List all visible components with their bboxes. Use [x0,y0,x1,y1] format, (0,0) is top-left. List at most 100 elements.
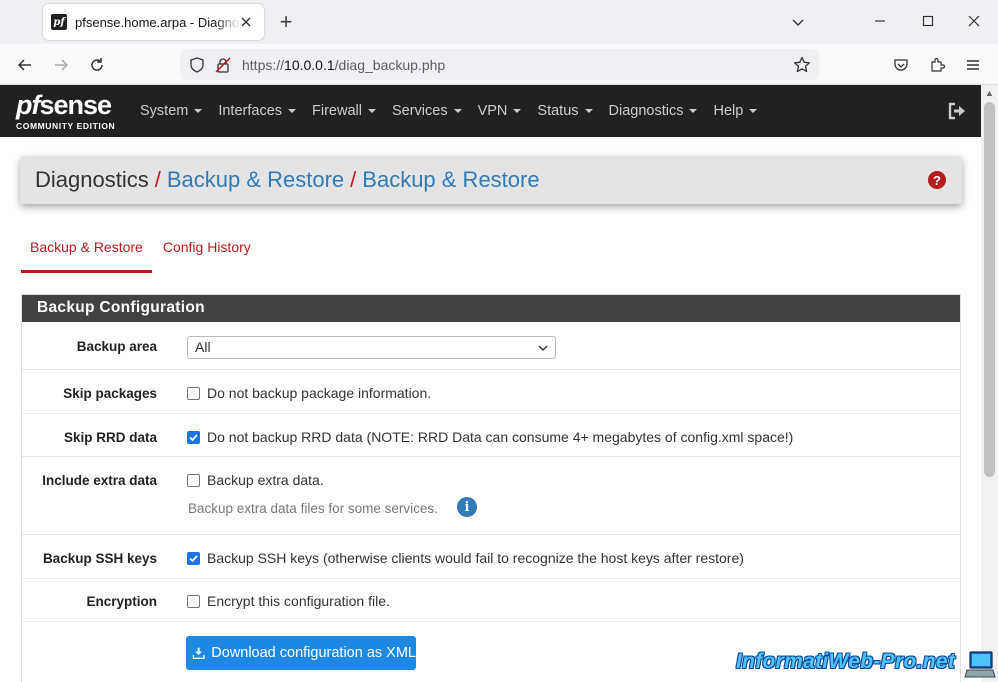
logo-pf: pf [16,90,41,120]
menu-label: Firewall [312,103,362,119]
breadcrumb-link-current[interactable]: Backup & Restore [362,167,539,193]
pfsense-logo[interactable]: pfsense COMMUNITY EDITION [16,90,124,132]
menu-services[interactable]: Services [384,85,470,137]
page-scrollbar[interactable]: ▲ [981,85,998,682]
logo-sense: sense [39,90,112,120]
shield-icon[interactable] [188,56,206,74]
breadcrumb: Diagnostics / Backup & Restore / Backup … [20,156,962,204]
tab-config-history[interactable]: Config History [154,230,260,273]
chevron-down-icon[interactable] [788,12,808,32]
help-icon[interactable]: ? [928,171,946,189]
backup-configuration-panel: Backup Configuration Backup area All Ski… [21,294,961,682]
backup-ssh-keys-label: Backup SSH keys [42,551,157,566]
url-scheme: https:// [242,57,285,73]
menu-vpn[interactable]: VPN [470,85,530,137]
caret-down-icon [453,109,462,113]
caret-down-icon [513,109,522,113]
download-icon [192,647,205,659]
watermark-text: InformatiWeb-Pro.net [736,650,956,673]
new-tab-icon[interactable]: + [276,9,296,34]
minimize-icon[interactable] [869,10,891,32]
address-bar[interactable]: https://10.0.0.1/diag_backup.php [180,49,819,80]
backup-area-value: All [195,339,211,355]
back-arrow-icon[interactable] [12,52,38,78]
skip-rrd-row: Skip RRD data Do not backup RRD data (NO… [22,414,960,457]
backup-area-select[interactable]: All [187,336,556,359]
breadcrumb-link-backup-restore[interactable]: Backup & Restore [167,167,344,193]
browser-tabstrip: pf pfsense.home.arpa - Diagnostics: Back… [0,0,998,44]
menu-label: VPN [477,103,508,119]
include-extra-data-checkbox[interactable] [187,473,200,487]
bookmark-star-icon[interactable] [792,55,812,75]
checkmark-icon [189,554,198,562]
caret-down-icon [584,109,593,113]
close-tab-icon[interactable] [237,13,255,31]
skip-rrd-control: Do not backup RRD data (NOTE: RRD Data c… [187,429,793,445]
caret-down-icon [288,109,297,113]
browser-navbar: https://10.0.0.1/diag_backup.php [0,44,998,85]
include-extra-data-hint: Backup extra data files for some service… [188,501,438,516]
computer-icon [964,650,996,680]
checkmark-icon [189,433,198,441]
menu-label: Status [537,103,579,119]
pocket-icon[interactable] [890,54,912,76]
hamburger-menu-icon[interactable] [962,54,984,76]
download-config-button[interactable]: Download configuration as XML [186,636,416,670]
pfsense-navbar: pfsense COMMUNITY EDITION System Interfa… [0,85,981,137]
backup-ssh-keys-control: Backup SSH keys (otherwise clients would… [187,550,744,566]
caret-down-icon [367,109,376,113]
include-extra-data-text: Backup extra data. [207,472,324,488]
skip-packages-row: Skip packages Do not backup package info… [22,370,960,414]
skip-packages-checkbox[interactable] [187,386,200,400]
backup-ssh-keys-checkbox[interactable] [187,551,200,565]
menu-label: Help [713,103,744,119]
menu-help[interactable]: Help [705,85,765,137]
caret-down-icon [689,109,698,113]
close-window-icon[interactable] [963,10,985,32]
tab-backup-restore[interactable]: Backup & Restore [21,230,152,273]
menu-label: System [140,103,189,119]
caret-down-icon [749,109,758,113]
logo-edition: COMMUNITY EDITION [16,121,116,131]
include-extra-data-row: Include extra data Backup extra data. Ba… [22,457,960,535]
url-text: https://10.0.0.1/diag_backup.php [242,57,445,73]
forward-arrow-icon[interactable] [48,52,74,78]
menu-firewall[interactable]: Firewall [304,85,384,137]
menu-label: Diagnostics [608,103,684,119]
scroll-up-arrow-icon[interactable]: ▲ [981,85,998,101]
encryption-control: Encrypt this configuration file. [187,593,390,609]
breadcrumb-separator: / [350,167,357,192]
skip-packages-control: Do not backup package information. [187,385,431,401]
url-host: 10.0.0.1 [284,57,335,73]
lock-icon[interactable] [214,56,232,74]
backup-ssh-keys-row: Backup SSH keys Backup SSH keys (otherwi… [22,535,960,579]
browser-tab[interactable]: pf pfsense.home.arpa - Diagnostics: Back… [43,4,264,40]
scroll-thumb[interactable] [984,102,995,477]
encryption-text: Encrypt this configuration file. [207,593,390,609]
menu-system[interactable]: System [132,85,210,137]
download-config-label: Download configuration as XML [211,645,416,661]
menu-interfaces[interactable]: Interfaces [210,85,304,137]
url-path: /diag_backup.php [334,57,446,73]
skip-rrd-checkbox[interactable] [187,430,200,444]
main-menu: System Interfaces Firewall Services VPN … [132,85,765,137]
skip-packages-label: Skip packages [63,386,157,401]
logout-icon[interactable] [946,100,968,122]
menu-label: Interfaces [218,103,283,119]
caret-down-icon [194,109,203,113]
page-tabs: Backup & Restore Config History [21,230,260,273]
reload-icon[interactable] [84,52,110,78]
encryption-checkbox[interactable] [187,594,200,608]
menu-label: Services [391,103,448,119]
pfsense-favicon-icon: pf [51,14,67,30]
maximize-icon[interactable] [917,10,939,32]
extensions-icon[interactable] [926,54,948,76]
tab-title: pfsense.home.arpa - Diagnostics: Backup … [75,14,240,30]
menu-diagnostics[interactable]: Diagnostics [601,85,706,137]
menu-status[interactable]: Status [529,85,600,137]
backup-area-label: Backup area [76,339,157,354]
info-icon[interactable]: i [457,497,477,517]
breadcrumb-separator: / [154,167,161,192]
encryption-label: Encryption [86,594,157,609]
backup-ssh-keys-text: Backup SSH keys (otherwise clients would… [207,550,744,566]
